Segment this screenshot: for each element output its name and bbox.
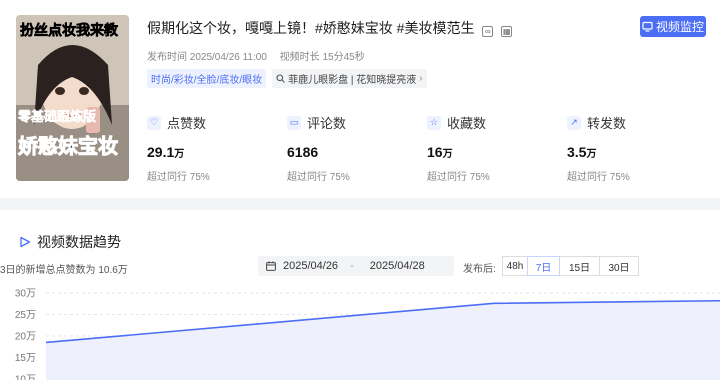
thumb-overlay-top: 扮丝点妆我来教 [20,22,119,39]
publish-after-label: 发布后: [463,264,496,275]
stat-label: 点赞数 [167,116,207,131]
date-separator: - [350,260,354,272]
thumb-overlay-bottom: 娇憨妹宝妆 [18,134,118,158]
video-title[interactable]: 假期化这个妆，嘎嘎上镜！#娇憨妹宝妆 #美妆模范生 [147,20,474,36]
stat-favorites: ☆ 收藏数 16万 超过同行 75% [427,113,557,183]
stat-label: 收藏数 [447,116,487,131]
stat-value: 29.1 [147,144,175,160]
stat-unit: 万 [174,149,185,160]
category-tag[interactable]: 时尚/彩妆/全脸/底妆/眼妆 [147,69,267,88]
comment-icon: ▭ [287,115,301,130]
stat-shares: ↗ 转发数 3.5万 超过同行 75% [567,113,697,183]
qrcode-icon[interactable]: ▦ [501,26,513,37]
stat-likes: ♡ 点赞数 29.1万 超过同行 75% [147,113,277,183]
date-range-picker[interactable]: 2025/04/26 - 2025/04/28 [258,256,454,276]
y-tick-label: 20万 [15,332,36,343]
star-icon: ☆ [427,115,441,130]
stat-compare: 超过同行 75% [147,172,210,183]
chevron-right-icon: › [419,73,423,84]
trend-card: 视频数据趋势 3日的新增总点赞数为 10.6万 2025/04/26 - 202… [0,210,720,380]
publish-time: 发布时间 2025/04/26 11:00 [147,52,267,63]
thumb-overlay-mid: 零基础跟练版 [17,109,96,125]
share-icon: ↗ [567,115,581,130]
stat-compare: 超过同行 75% [427,172,490,183]
stat-label: 转发数 [587,116,627,131]
stat-compare: 超过同行 75% [287,172,350,183]
tag-row: 时尚/彩妆/全脸/底妆/眼妆 菲鹿儿眼影盘 | 花知晓提亮液 › [147,69,427,88]
y-tick-label: 25万 [15,310,36,321]
y-tick-label: 15万 [15,353,36,364]
product-tag-label: 菲鹿儿眼影盘 | 花知晓提亮液 [288,75,417,86]
date-start[interactable]: 2025/04/26 [283,260,338,272]
stat-unit: 万 [442,149,453,160]
video-meta: 发布时间 2025/04/26 11:00 视频时长 15分45秒 [147,48,375,63]
trend-header: 视频数据趋势 [19,232,121,252]
trend-chart[interactable]: 30万 25万 20万 15万 10万 [0,284,720,380]
heart-icon: ♡ [147,115,161,130]
range-7d-button[interactable]: 7日 [527,256,560,276]
video-monitor-button[interactable]: 视频监控 [640,16,706,37]
trend-summary: 3日的新增总点赞数为 10.6万 [0,265,128,276]
search-icon [276,74,286,83]
y-tick-label: 10万 [15,375,36,380]
link-icon[interactable]: ∞ [482,26,494,37]
stat-value: 6186 [287,144,319,160]
range-30d-button[interactable]: 30日 [599,256,639,276]
stat-unit: 万 [586,149,597,160]
date-end[interactable]: 2025/04/28 [370,260,425,272]
stat-comments: ▭ 评论数 6186 超过同行 75% [287,113,417,183]
monitor-button-label: 视频监控 [655,20,704,34]
stat-compare: 超过同行 75% [567,172,630,183]
trend-title: 视频数据趋势 [37,234,121,250]
video-title-row: 假期化这个妆，嘎嘎上镜！#娇憨妹宝妆 #美妆模范生 ∞ ▦ [147,18,513,38]
calendar-icon [266,261,276,271]
stat-value: 3.5 [567,144,587,160]
range-48h-button[interactable]: 48h [502,256,528,276]
stat-value: 16 [427,144,443,160]
monitor-icon [642,21,653,32]
stat-label: 评论数 [307,116,347,131]
range-15d-button[interactable]: 15日 [559,256,600,276]
video-duration: 视频时长 15分45秒 [279,52,365,63]
video-info-card: 扮丝点妆我来教 零基础跟练版 娇憨妹宝妆 假期化这个妆，嘎嘎上镜！#娇憨妹宝妆 … [0,0,720,198]
product-tag[interactable]: 菲鹿儿眼影盘 | 花知晓提亮液 › [272,69,427,88]
range-selector: 48h 7日 15日 30日 [502,256,639,276]
video-thumbnail[interactable]: 扮丝点妆我来教 零基础跟练版 娇憨妹宝妆 [16,15,129,181]
y-tick-label: 30万 [15,289,36,300]
play-icon [20,236,31,248]
